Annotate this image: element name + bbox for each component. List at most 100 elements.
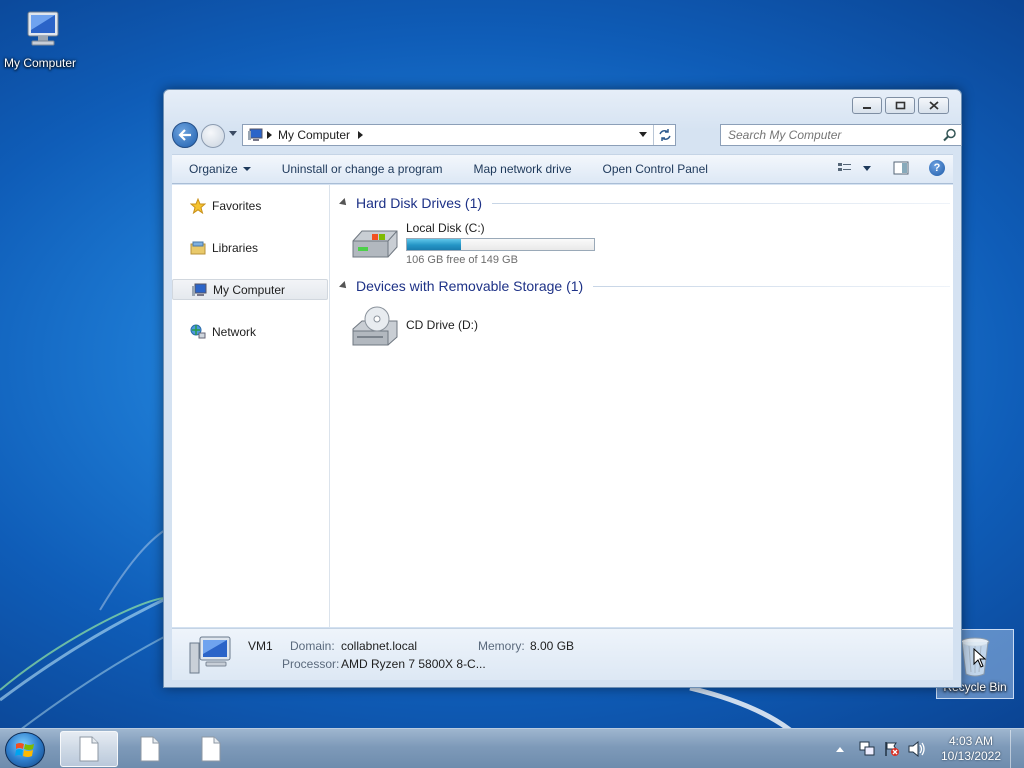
group-header-hard-disk-drives[interactable]: Hard Disk Drives (1): [339, 195, 950, 211]
taskbar-item-3[interactable]: [182, 731, 240, 767]
processor-label: Processor:: [282, 657, 340, 671]
computer-icon: [248, 128, 263, 141]
group-header-removable-storage[interactable]: Devices with Removable Storage (1): [339, 278, 950, 294]
clock-date: 10/13/2022: [940, 749, 1002, 763]
computer-icon: [27, 11, 59, 46]
clock-time: 4:03 AM: [948, 734, 994, 748]
network-icon: [190, 324, 206, 338]
drive-name: CD Drive (D:): [406, 318, 478, 332]
organize-label: Organize: [189, 162, 238, 176]
explorer-window: My Computer Organize Uninstall or change…: [163, 89, 962, 688]
domain-value: collabnet.local: [341, 639, 418, 653]
taskbar-clock[interactable]: 4:03 AM 10/13/2022: [936, 734, 1006, 764]
hard-drive-icon: [352, 230, 398, 258]
windows-logo-icon: [15, 743, 34, 757]
details-pane: VM1 Domain: collabnet.local Memory: 8.00…: [172, 628, 953, 680]
processor-value: AMD Ryzen 7 5800X 8-C...: [341, 657, 486, 671]
window-caption-buttons: [849, 97, 949, 114]
notification-area: 4:03 AM 10/13/2022: [835, 729, 1024, 768]
computer-icon: [192, 283, 207, 296]
change-view-button[interactable]: [837, 161, 871, 175]
close-button[interactable]: [918, 97, 949, 114]
preview-pane-icon: [893, 161, 909, 175]
group-title: Devices with Removable Storage (1): [356, 278, 584, 294]
drive-name: Local Disk (C:): [406, 221, 485, 235]
taskbar-item-2[interactable]: [121, 731, 179, 767]
refresh-icon: [658, 129, 671, 141]
nav-label: My Computer: [213, 282, 286, 297]
address-bar[interactable]: My Computer: [242, 124, 676, 146]
nav-item-network[interactable]: Network: [172, 321, 328, 342]
command-bar: Organize Uninstall or change a program M…: [172, 154, 953, 184]
chevron-down-icon[interactable]: [863, 165, 871, 171]
minimize-icon: [863, 106, 871, 109]
nav-label: Libraries: [212, 240, 259, 255]
drive-free-space: 106 GB free of 149 GB: [406, 254, 518, 266]
drive-local-disk-c[interactable]: Local Disk (C:) 106 GB free of 149 GB: [350, 221, 595, 266]
collapse-arrow-icon: [339, 281, 349, 291]
desktop-my-computer[interactable]: My Computer: [0, 8, 80, 70]
refresh-button[interactable]: [653, 125, 675, 145]
back-button[interactable]: [172, 122, 198, 148]
uninstall-program-button[interactable]: Uninstall or change a program: [265, 162, 457, 176]
volume-icon[interactable]: [908, 741, 926, 757]
memory-value: 8.00 GB: [530, 639, 575, 653]
document-icon: [140, 736, 160, 762]
breadcrumb-separator-icon[interactable]: [267, 131, 272, 139]
open-control-panel-button[interactable]: Open Control Panel: [586, 162, 722, 176]
preview-pane-button[interactable]: [893, 161, 909, 175]
drive-cd-d[interactable]: CD Drive (D:): [350, 305, 478, 353]
close-icon: [928, 101, 939, 110]
nav-item-favorites[interactable]: Favorites: [172, 195, 328, 216]
document-icon: [201, 736, 221, 762]
domain-label: Domain:: [290, 639, 335, 653]
mouse-cursor-icon: [973, 648, 987, 668]
group-divider: [492, 202, 950, 204]
taskbar-item-1[interactable]: [60, 731, 118, 767]
nav-item-my-computer[interactable]: My Computer: [172, 279, 328, 300]
restore-icon: [895, 101, 905, 110]
drive-usage-bar: [406, 238, 595, 251]
help-button[interactable]: ?: [929, 160, 945, 176]
breadcrumb-my-computer[interactable]: My Computer: [278, 128, 350, 142]
view-controls: ?: [823, 160, 945, 176]
group-divider: [593, 285, 950, 287]
content-pane: Hard Disk Drives (1) Local Disk (C:) 106…: [332, 185, 953, 627]
organize-button[interactable]: Organize: [172, 162, 265, 176]
group-title: Hard Disk Drives (1): [356, 195, 483, 211]
map-network-drive-button[interactable]: Map network drive: [456, 162, 585, 176]
cd-drive-icon: [352, 306, 398, 346]
search-box[interactable]: [720, 124, 962, 146]
action-center-flag-icon[interactable]: [884, 741, 900, 757]
back-arrow-icon: [178, 129, 191, 141]
chevron-down-icon: [242, 167, 251, 171]
computer-name: VM1: [248, 639, 273, 653]
document-icon: [79, 736, 99, 762]
collapse-arrow-icon: [339, 198, 349, 208]
address-row: My Computer: [172, 122, 962, 148]
start-button[interactable]: [5, 732, 45, 768]
maximize-button[interactable]: [885, 97, 915, 114]
explorer-body: Favorites Libraries My Computer Network …: [172, 185, 953, 627]
navigation-pane: Favorites Libraries My Computer Network: [172, 185, 330, 627]
taskbar: 4:03 AM 10/13/2022: [0, 728, 1024, 768]
show-desktop-button[interactable]: [1010, 730, 1024, 768]
search-icon: [943, 128, 956, 142]
show-hidden-icons-icon[interactable]: [835, 745, 845, 753]
nav-label: Favorites: [212, 198, 262, 213]
minimize-button[interactable]: [852, 97, 882, 114]
address-history-dropdown[interactable]: [639, 132, 647, 137]
nav-label: Network: [212, 324, 257, 339]
search-input[interactable]: [728, 128, 928, 142]
breadcrumb-separator-icon[interactable]: [358, 131, 364, 139]
nav-item-libraries[interactable]: Libraries: [172, 237, 328, 258]
memory-label: Memory:: [478, 639, 525, 653]
help-icon: ?: [929, 160, 945, 176]
drive-usage-fill: [407, 239, 462, 250]
computer-icon: [189, 636, 231, 674]
recent-pages-dropdown[interactable]: [229, 131, 237, 136]
forward-button[interactable]: [201, 124, 225, 148]
view-options-icon: [838, 163, 851, 171]
star-icon: [190, 197, 206, 214]
network-tray-icon[interactable]: [859, 741, 875, 757]
